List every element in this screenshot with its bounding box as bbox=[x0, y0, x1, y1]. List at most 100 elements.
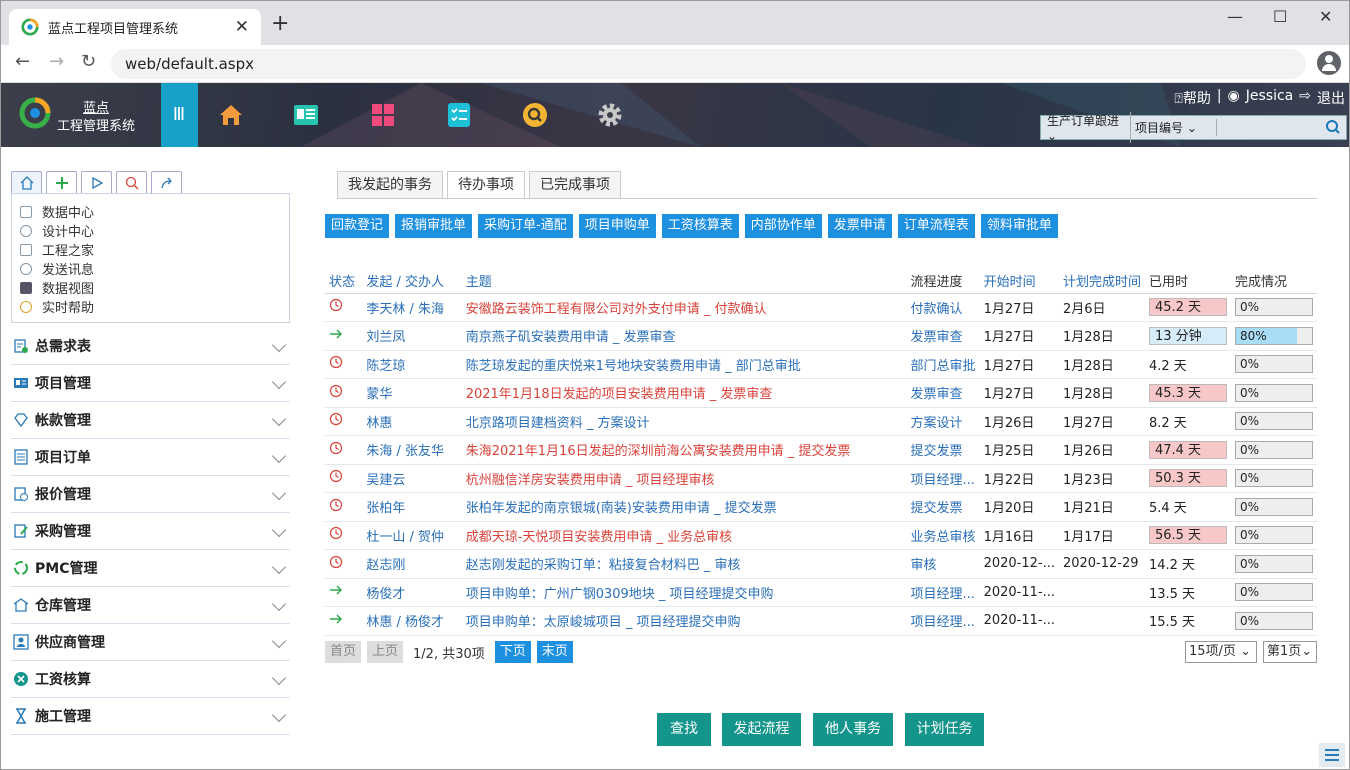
initiator-cell[interactable]: 李天林 / 朱海 bbox=[362, 293, 462, 322]
sidebar-tab-play[interactable] bbox=[81, 171, 112, 193]
quick-link-data-view[interactable]: 数据视图 bbox=[20, 278, 289, 297]
subject-link[interactable]: 陈芝琼发起的重庆悦来1号地块安装费用申请 _ 部门总审批 bbox=[461, 350, 907, 379]
browser-tab[interactable]: 蓝点工程项目管理系统 ✕ bbox=[9, 9, 261, 45]
progress-link[interactable]: 提交发票 bbox=[906, 492, 980, 522]
others-tasks-button[interactable]: 他人事务 bbox=[813, 713, 893, 746]
subject-link[interactable]: 南京燕子矶安装费用申请 _ 发票审查 bbox=[461, 321, 907, 351]
menu-accounts[interactable]: 帐款管理 bbox=[11, 402, 290, 439]
page-size-select[interactable]: 15项/页 ⌄ bbox=[1185, 641, 1257, 663]
table-row[interactable]: 杨俊才 项目申购单：广州广钢0309地块 _ 项目经理提交申购 项目经理... 202… bbox=[325, 578, 1317, 607]
search-field-select[interactable]: 项目编号 ⌄ bbox=[1131, 119, 1217, 136]
subject-link[interactable]: 成都天琼-天悦项目安装费用申请 _ 业务总审核 bbox=[461, 521, 907, 550]
back-icon[interactable]: ← bbox=[15, 53, 30, 71]
progress-link[interactable]: 项目经理... bbox=[906, 578, 980, 607]
menu-total-demand[interactable]: 总需求表 bbox=[11, 328, 290, 365]
quick-button[interactable]: 订单流程表 bbox=[897, 214, 975, 238]
settings-gear-icon[interactable] bbox=[596, 101, 624, 129]
col-initiator[interactable]: 发起 / 交办人 bbox=[362, 269, 462, 294]
table-row[interactable]: 杜一山 / 贺仲 成都天琼-天悦项目安装费用申请 _ 业务总审核 业务总审核 1月16… bbox=[325, 521, 1317, 550]
user-name-link[interactable]: Jessica bbox=[1246, 88, 1294, 108]
maximize-icon[interactable]: ☐ bbox=[1273, 9, 1287, 25]
logout-link[interactable]: 退出 bbox=[1317, 88, 1345, 108]
subject-link[interactable]: 张柏年发起的南京银城(南装)安装费用申请 _ 提交发票 bbox=[461, 492, 907, 522]
apps-grid-icon[interactable] bbox=[369, 101, 397, 129]
menu-project-management[interactable]: 项目管理 bbox=[11, 365, 290, 402]
subject-link[interactable]: 北京路项目建档资料 _ 方案设计 bbox=[461, 407, 907, 436]
table-row[interactable]: 林惠 北京路项目建档资料 _ 方案设计 方案设计 1月26日 1月27日 8.2 天 0% bbox=[325, 407, 1317, 436]
tab-close-icon[interactable]: ✕ bbox=[235, 18, 249, 36]
table-row[interactable]: 蒙华 2021年1月18日发起的项目安装费用申请 _ 发票审查 发票审查 1月27日 1… bbox=[325, 378, 1317, 408]
progress-link[interactable]: 方案设计 bbox=[906, 407, 980, 436]
quick-button[interactable]: 领料审批单 bbox=[980, 214, 1058, 238]
quick-link-design-center[interactable]: 设计中心 bbox=[20, 221, 289, 240]
table-row[interactable]: 赵志刚 赵志刚发起的采购订单：粘接复合材料巴 _ 审核 审核 2020-12-... 2… bbox=[325, 549, 1317, 579]
initiator-cell[interactable]: 吴建云 bbox=[362, 464, 462, 493]
table-row[interactable]: 吴建云 杭州融信洋房安装费用申请 _ 项目经理审核 项目经理... 1月22日 1月23… bbox=[325, 464, 1317, 493]
subject-link[interactable]: 2021年1月18日发起的项目安装费用申请 _ 发票审查 bbox=[461, 378, 907, 408]
col-start-time[interactable]: 开始时间 bbox=[979, 269, 1059, 294]
quick-button[interactable]: 项目申购单 bbox=[578, 214, 656, 238]
menu-purchasing[interactable]: 采购管理 bbox=[11, 513, 290, 550]
initiator-cell[interactable]: 杜一山 / 贺仲 bbox=[362, 521, 462, 550]
minimize-icon[interactable]: — bbox=[1227, 9, 1243, 25]
quick-link-engineering-home[interactable]: 工程之家 bbox=[20, 240, 289, 259]
sidebar-tab-home[interactable] bbox=[11, 171, 42, 193]
pager-prev[interactable]: 上页 bbox=[367, 641, 404, 663]
quick-link-help[interactable]: 实时帮助 bbox=[20, 297, 289, 316]
initiator-cell[interactable]: 林惠 bbox=[362, 407, 462, 436]
menu-payroll[interactable]: 工资核算 bbox=[11, 661, 290, 698]
tab-my-initiated[interactable]: 我发起的事务 bbox=[337, 171, 443, 198]
subject-link[interactable]: 安徽路云装饰工程有限公司对外支付申请 _ 付款确认 bbox=[461, 293, 907, 322]
quick-button[interactable]: 报销审批单 bbox=[395, 214, 473, 238]
table-row[interactable]: 朱海 / 张友华 朱海2021年1月16日发起的深圳前海公寓安装费用申请 _ 提交… bbox=[325, 435, 1317, 465]
quick-button[interactable]: 采购订单-通配 bbox=[478, 214, 573, 238]
table-row[interactable]: 林惠 / 杨俊才 项目申购单：太原峻城项目 _ 项目经理提交申购 项目经理... 20… bbox=[325, 606, 1317, 636]
reload-icon[interactable]: ↻ bbox=[81, 53, 96, 71]
initiator-cell[interactable]: 林惠 / 杨俊才 bbox=[362, 606, 462, 636]
search-icon[interactable] bbox=[1324, 118, 1342, 136]
table-row[interactable]: 李天林 / 朱海 安徽路云装饰工程有限公司对外支付申请 _ 付款确认 付款确认 1月2… bbox=[325, 293, 1317, 322]
progress-link[interactable]: 发票审查 bbox=[906, 378, 980, 408]
search-circle-icon[interactable] bbox=[521, 101, 549, 129]
menu-toggle-button[interactable]: Ⅲ bbox=[161, 83, 198, 147]
menu-hamburger-icon[interactable] bbox=[1319, 743, 1345, 767]
profile-avatar-icon[interactable] bbox=[1317, 51, 1341, 75]
subject-link[interactable]: 朱海2021年1月16日发起的深圳前海公寓安装费用申请 _ 提交发票 bbox=[461, 435, 907, 465]
quick-button[interactable]: 回款登记 bbox=[325, 214, 390, 238]
quick-button[interactable]: 发票申请 bbox=[827, 214, 892, 238]
menu-pmc[interactable]: PMC管理 bbox=[11, 550, 290, 587]
url-field[interactable]: web/default.aspx bbox=[111, 49, 1306, 79]
initiator-cell[interactable]: 朱海 / 张友华 bbox=[362, 435, 462, 465]
menu-project-orders[interactable]: 项目订单 bbox=[11, 439, 290, 476]
home-icon[interactable] bbox=[217, 101, 245, 129]
search-type-select[interactable]: 生产订单跟进 ⌄ bbox=[1041, 112, 1131, 143]
pager-last[interactable]: 末页 bbox=[536, 641, 573, 663]
id-card-icon[interactable] bbox=[292, 101, 320, 129]
tab-completed[interactable]: 已完成事项 bbox=[529, 171, 621, 198]
page-select[interactable]: 第1页⌄ bbox=[1263, 641, 1317, 663]
tasks-list-icon[interactable] bbox=[445, 101, 473, 129]
menu-construction[interactable]: 施工管理 bbox=[11, 698, 290, 735]
pager-next[interactable]: 下页 bbox=[494, 641, 531, 663]
help-link[interactable]: ⍰帮助 bbox=[1174, 88, 1210, 108]
sidebar-tab-add[interactable] bbox=[46, 171, 77, 193]
initiator-cell[interactable]: 赵志刚 bbox=[362, 549, 462, 579]
menu-warehouse[interactable]: 仓库管理 bbox=[11, 587, 290, 624]
progress-link[interactable]: 发票审查 bbox=[906, 321, 980, 351]
menu-suppliers[interactable]: 供应商管理 bbox=[11, 624, 290, 661]
initiator-cell[interactable]: 刘兰凤 bbox=[362, 321, 462, 351]
subject-link[interactable]: 项目申购单：广州广钢0309地块 _ 项目经理提交申购 bbox=[461, 578, 907, 607]
find-button[interactable]: 查找 bbox=[657, 713, 711, 746]
table-row[interactable]: 张柏年 张柏年发起的南京银城(南装)安装费用申请 _ 提交发票 提交发票 1月20日 1… bbox=[325, 492, 1317, 522]
progress-link[interactable]: 部门总审批 bbox=[906, 350, 980, 379]
table-row[interactable]: 刘兰凤 南京燕子矶安装费用申请 _ 发票审查 发票审查 1月27日 1月28日 13 分钟… bbox=[325, 321, 1317, 351]
col-subject[interactable]: 主题 bbox=[461, 269, 907, 294]
initiator-cell[interactable]: 蒙华 bbox=[362, 378, 462, 408]
menu-quotation[interactable]: 报价管理 bbox=[11, 476, 290, 513]
progress-link[interactable]: 付款确认 bbox=[906, 293, 980, 322]
subject-link[interactable]: 赵志刚发起的采购订单：粘接复合材料巴 _ 审核 bbox=[461, 549, 907, 579]
app-logo[interactable]: 蓝点 工程管理系统 bbox=[15, 93, 165, 137]
progress-link[interactable]: 项目经理... bbox=[906, 606, 980, 636]
quick-link-send-message[interactable]: 发送讯息 bbox=[20, 259, 289, 278]
forward-icon[interactable]: → bbox=[49, 53, 64, 71]
